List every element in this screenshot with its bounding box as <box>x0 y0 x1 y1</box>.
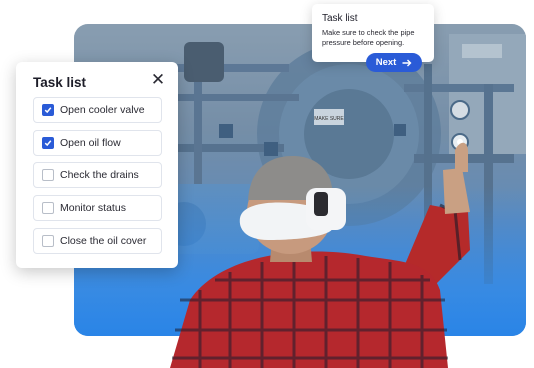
task-item-monitor-status[interactable]: Monitor status <box>33 195 162 221</box>
task-label: Check the drains <box>60 169 139 181</box>
task-item-open-cooler-valve[interactable]: Open cooler valve <box>33 97 162 123</box>
checkbox-checked[interactable] <box>42 104 54 116</box>
checkbox-checked[interactable] <box>42 137 54 149</box>
checkbox-unchecked[interactable] <box>42 169 54 181</box>
tooltip-title: Task list <box>322 13 358 24</box>
arrow-right-icon <box>402 59 412 66</box>
task-label: Open oil flow <box>60 137 121 149</box>
task-item-open-oil-flow[interactable]: Open oil flow <box>33 130 162 156</box>
task-list-panel: Task list ✕ Open cooler valve Open oil f… <box>16 62 178 268</box>
task-list-title: Task list <box>33 75 87 90</box>
checkbox-unchecked[interactable] <box>42 235 54 247</box>
checkmark-icon <box>44 107 52 114</box>
checkmark-icon <box>44 140 52 147</box>
next-button[interactable]: Next <box>366 53 422 72</box>
next-button-label: Next <box>375 57 397 68</box>
task-item-close-the-oil-cover[interactable]: Close the oil cover <box>33 228 162 254</box>
task-label: Monitor status <box>60 202 126 214</box>
close-icon[interactable]: ✕ <box>150 71 166 88</box>
tooltip-text: Make sure to check the pipe pressure bef… <box>322 28 415 47</box>
task-item-check-the-drains[interactable]: Check the drains <box>33 162 162 188</box>
checkbox-unchecked[interactable] <box>42 202 54 214</box>
task-label: Open cooler valve <box>60 104 145 116</box>
task-label: Close the oil cover <box>60 235 147 247</box>
